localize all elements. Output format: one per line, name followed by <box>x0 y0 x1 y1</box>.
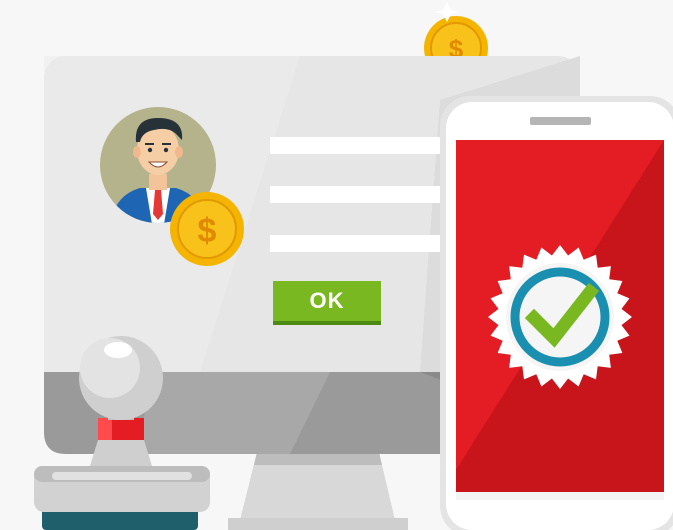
monitor-stand <box>228 448 408 530</box>
illustration-artwork: $ $ <box>34 2 673 530</box>
avatar-coin-icon: $ <box>170 192 244 266</box>
form-field-3[interactable] <box>270 235 442 252</box>
verified-badge-icon <box>488 245 632 389</box>
svg-text:$: $ <box>198 212 217 250</box>
form-field-2[interactable] <box>270 186 442 203</box>
form-field-1[interactable] <box>270 137 442 154</box>
ok-button[interactable]: OK <box>273 281 381 325</box>
illustration-stage: $ $ OK <box>0 0 673 530</box>
